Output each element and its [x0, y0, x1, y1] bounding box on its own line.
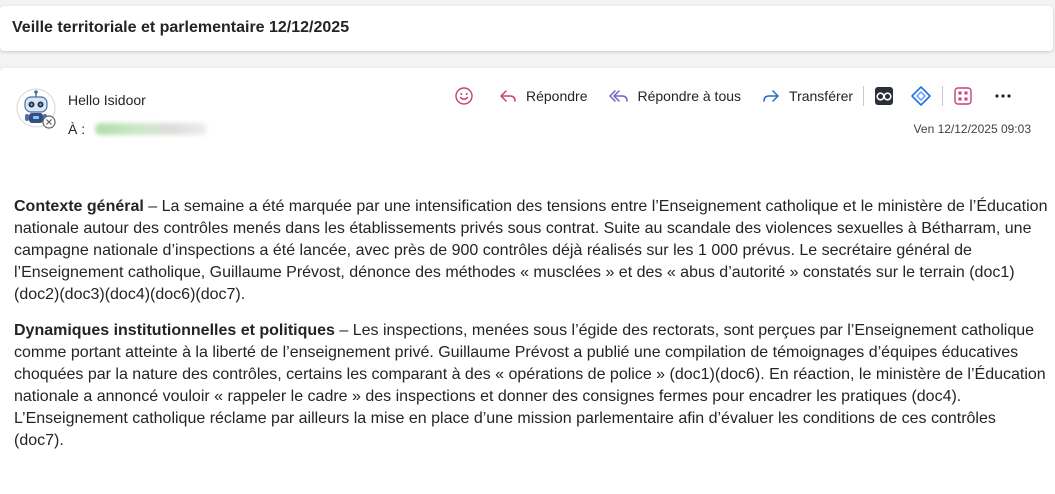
message-card: Hello Isidoor À : Répondre Répondre à to… [0, 68, 1055, 494]
forward-label: Transférer [789, 88, 854, 104]
paragraph-heading: Contexte général [14, 198, 144, 215]
addin-glasses-button[interactable] [868, 82, 900, 110]
glasses-icon [875, 87, 894, 105]
smiley-icon [455, 87, 473, 105]
message-toolbar: Répondre Répondre à tous Transférer [448, 82, 1019, 110]
subject-bar: Veille territoriale et parlementaire 12/… [0, 6, 1053, 51]
message-timestamp: Ven 12/12/2025 09:03 [913, 122, 1031, 136]
forward-button[interactable]: Transférer [755, 82, 859, 110]
emoji-reaction-button[interactable] [448, 82, 480, 110]
paragraph-heading: Dynamiques institutionnelles et politiqu… [14, 322, 335, 339]
addin-link-button[interactable] [904, 82, 938, 110]
reply-button[interactable]: Répondre [492, 82, 594, 110]
email-subject: Veille territoriale et parlementaire 12/… [12, 19, 350, 36]
recipient-redacted[interactable] [95, 123, 208, 136]
sender-avatar[interactable] [16, 88, 56, 129]
paragraph-text: – Les inspections, menées sous l’égide d… [14, 322, 1046, 449]
sender-name[interactable]: Hello Isidoor [68, 92, 146, 108]
addin-grid-button[interactable] [947, 82, 979, 110]
reply-all-button[interactable]: Répondre à tous [602, 82, 748, 110]
blocked-status-icon [42, 115, 56, 129]
grid-app-icon [954, 87, 972, 105]
forward-arrow-icon [763, 90, 779, 102]
paragraph-text: – La semaine a été marquée par une inten… [14, 198, 1048, 303]
more-horizontal-icon [995, 94, 1011, 98]
more-actions-button[interactable] [987, 82, 1019, 110]
toolbar-divider [863, 86, 865, 106]
diamond-link-icon [911, 86, 931, 106]
reply-all-label: Répondre à tous [637, 88, 742, 104]
reply-all-arrow-icon [608, 90, 628, 102]
to-label: À : [68, 121, 86, 138]
recipient-line: À : [68, 120, 208, 138]
body-paragraph: Contexte général – La semaine a été marq… [14, 196, 1048, 306]
reply-arrow-icon [500, 90, 516, 102]
reply-label: Répondre [526, 88, 588, 104]
message-body: Contexte général – La semaine a été marq… [14, 196, 1048, 466]
toolbar-divider-2 [942, 86, 944, 106]
body-paragraph: Dynamiques institutionnelles et politiqu… [14, 320, 1048, 452]
